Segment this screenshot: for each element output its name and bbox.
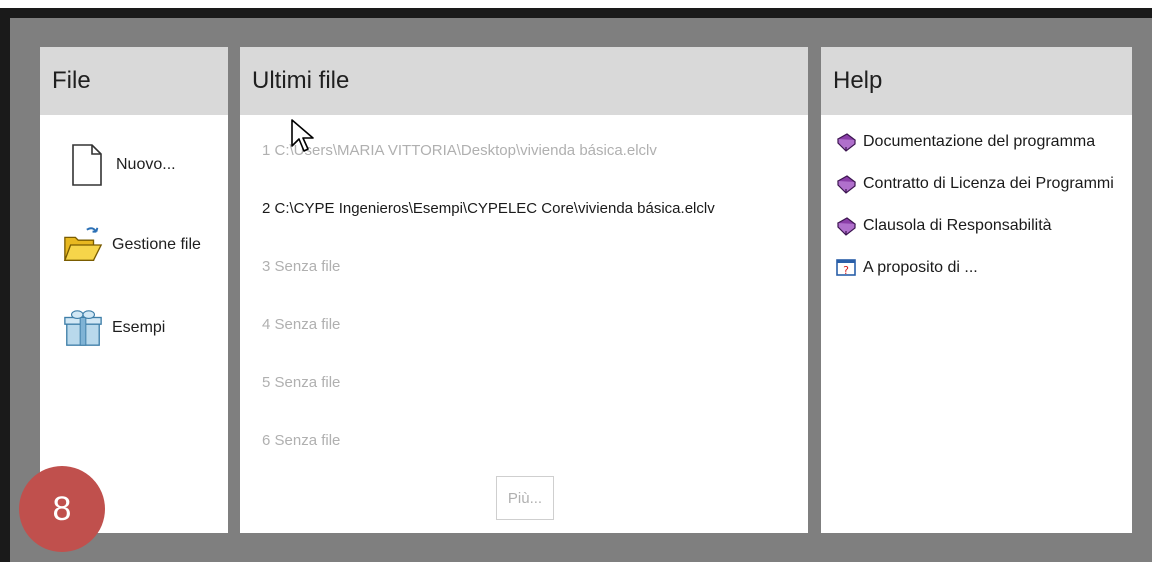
help-panel-title: Help [821, 47, 1132, 115]
help-item-disclaimer[interactable]: Clausola di Responsabilità [835, 215, 1052, 237]
file-management-button[interactable]: Gestione file [62, 221, 201, 269]
new-document-icon [66, 141, 108, 189]
recent-file-1[interactable]: 1 C:\Users\MARIA VITTORIA\Desktop\vivien… [262, 142, 657, 159]
examples-button[interactable]: Esempi [62, 304, 165, 352]
recent-files-panel: Ultimi file 1 C:\Users\MARIA VITTORIA\De… [240, 47, 808, 533]
recent-file-5[interactable]: 5 Senza file [262, 374, 340, 391]
recent-file-3[interactable]: 3 Senza file [262, 258, 340, 275]
recent-file-2[interactable]: 2 C:\CYPE Ingenieros\Esempi\CYPELEC Core… [262, 200, 715, 217]
book-icon [835, 131, 857, 153]
new-file-label: Nuovo... [116, 156, 176, 173]
help-item-license[interactable]: Contratto di Licenza dei Programmi [835, 173, 1114, 195]
help-item-disclaimer-label: Clausola di Responsabilità [863, 217, 1052, 234]
help-item-about-label: A proposito di ... [863, 259, 978, 276]
svg-text:?: ? [843, 264, 849, 277]
recent-files-title: Ultimi file [240, 47, 808, 115]
mouse-cursor-icon [291, 119, 314, 152]
help-item-documentation-label: Documentazione del programma [863, 133, 1096, 150]
book-icon [835, 173, 857, 195]
examples-label: Esempi [112, 319, 166, 336]
help-item-license-label: Contratto di Licenza dei Programmi [863, 175, 1114, 192]
open-folder-icon [62, 221, 104, 269]
gift-examples-icon [62, 304, 104, 352]
recent-file-4[interactable]: 4 Senza file [262, 316, 340, 333]
new-file-button[interactable]: Nuovo... [66, 141, 176, 189]
file-panel: File Nuovo... Gestione file Esempi [40, 47, 228, 533]
more-files-button[interactable]: Più... [496, 476, 554, 520]
help-item-documentation[interactable]: Documentazione del programma [835, 131, 1095, 153]
help-item-about[interactable]: ? A proposito di ... [835, 257, 978, 279]
recent-file-6[interactable]: 6 Senza file [262, 432, 340, 449]
book-icon [835, 215, 857, 237]
about-help-icon: ? [835, 257, 857, 279]
step-number-badge: 8 [19, 466, 105, 552]
help-panel: Help Documentazione del programma Contra… [821, 47, 1132, 533]
file-management-label: Gestione file [112, 236, 201, 253]
file-panel-title: File [40, 47, 228, 115]
